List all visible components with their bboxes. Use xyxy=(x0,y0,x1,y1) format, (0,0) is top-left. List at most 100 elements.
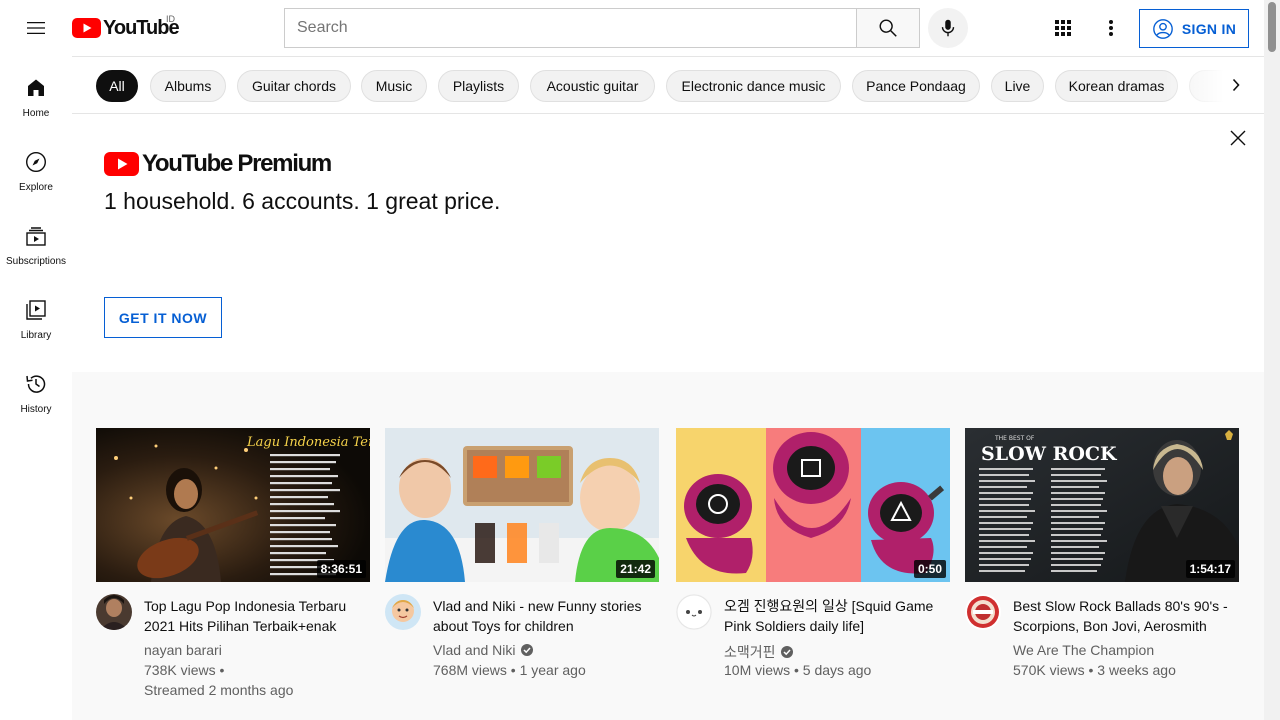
search-box[interactable] xyxy=(284,8,857,48)
sidebar-item-label: Library xyxy=(20,330,52,341)
chip-korean-dramas[interactable]: Korean dramas xyxy=(1055,70,1178,102)
chip-albums[interactable]: Albums xyxy=(150,70,226,102)
more-vert-icon xyxy=(1109,20,1113,36)
sidebar-item-history[interactable]: History xyxy=(4,352,68,426)
voice-search-button[interactable] xyxy=(928,8,968,48)
chip-guitar-chords[interactable]: Guitar chords xyxy=(237,70,351,102)
sidebar-item-explore[interactable]: Explore xyxy=(4,130,68,204)
thumbnail-image: Lagu Indonesia Terbaru xyxy=(96,428,370,582)
video-stats: 738K views • xyxy=(144,662,225,678)
channel-name[interactable]: We Are The Champion xyxy=(1013,642,1154,658)
guide-menu-button[interactable] xyxy=(20,12,52,44)
sidebar-item-subscriptions[interactable]: Subscriptions xyxy=(4,204,68,278)
thumbnail-title-text: Lagu Indonesia Terbaru xyxy=(246,435,370,450)
chip-all[interactable]: All xyxy=(96,70,138,102)
sidebar-item-home[interactable]: Home xyxy=(4,56,68,130)
apps-button[interactable] xyxy=(1047,12,1079,44)
history-icon xyxy=(26,375,46,393)
thumbnail-image xyxy=(676,428,950,582)
mini-guide: Home Explore Subscriptions Library Histo… xyxy=(0,56,72,720)
video-duration: 8:36:51 xyxy=(316,560,366,578)
channel-name[interactable]: nayan barari xyxy=(144,642,222,658)
microphone-icon xyxy=(941,19,955,37)
dismiss-banner-button[interactable] xyxy=(1226,126,1250,150)
library-icon xyxy=(26,300,46,320)
chip-pance-pondaag[interactable]: Pance Pondaag xyxy=(852,70,980,102)
channel-avatar[interactable] xyxy=(385,594,421,630)
account-circle-icon xyxy=(1153,18,1173,39)
video-title[interactable]: Vlad and Niki - new Funny stories about … xyxy=(433,596,649,636)
chip-acoustic-guitar[interactable]: Acoustic guitar xyxy=(530,70,655,102)
video-title[interactable]: Best Slow Rock Ballads 80's 90's - Scorp… xyxy=(1013,596,1229,636)
search-button[interactable] xyxy=(856,8,920,48)
get-it-now-button[interactable]: GET IT NOW xyxy=(104,297,222,338)
channel-name[interactable]: Vlad and Niki xyxy=(433,642,534,658)
video-meta: Top Lagu Pop Indonesia Terbaru 2021 Hits… xyxy=(96,594,370,698)
video-thumbnail[interactable]: THE BEST OF SLOW ROCK 1:54:17 xyxy=(965,428,1239,582)
video-duration: 1:54:17 xyxy=(1185,560,1235,578)
video-card[interactable]: 0:50 오겜 진행요원의 일상 [Squid Game Pink Soldie… xyxy=(676,428,950,694)
video-card[interactable]: THE BEST OF SLOW ROCK 1:54:17 Best Slow … xyxy=(965,428,1239,694)
hamburger-icon xyxy=(27,22,45,34)
sign-in-button[interactable]: SIGN IN xyxy=(1139,9,1249,48)
video-stats: 768M views • 1 year ago xyxy=(433,662,586,678)
country-code: ID xyxy=(166,14,175,24)
channel-avatar[interactable] xyxy=(676,594,712,630)
chevron-right-icon xyxy=(1232,78,1240,92)
sidebar-item-library[interactable]: Library xyxy=(4,278,68,352)
video-thumbnail[interactable]: 0:50 xyxy=(676,428,950,582)
youtube-play-icon xyxy=(72,18,101,38)
video-stats: 570K views • 3 weeks ago xyxy=(1013,662,1176,678)
youtube-premium-logo: YouTube Premium xyxy=(104,150,332,178)
video-card[interactable]: 21:42 Vlad and Niki - new Funny stories … xyxy=(385,428,659,694)
video-meta: 오겜 진행요원의 일상 [Squid Game Pink Soldiers da… xyxy=(676,594,950,694)
avatar-image xyxy=(96,594,132,630)
sidebar-item-label: Home xyxy=(22,108,50,119)
channel-name[interactable]: 소맥거핀 xyxy=(724,642,794,662)
youtube-play-icon xyxy=(104,152,139,176)
search-input[interactable] xyxy=(297,19,857,37)
channel-name-text: Vlad and Niki xyxy=(433,642,516,658)
channel-name-text: nayan barari xyxy=(144,642,222,658)
premium-banner: YouTube Premium 1 household. 6 accounts.… xyxy=(72,114,1264,372)
subscriptions-icon xyxy=(26,227,46,246)
settings-menu-button[interactable] xyxy=(1095,12,1127,44)
avatar-image xyxy=(676,594,712,630)
video-duration: 0:50 xyxy=(913,560,946,578)
video-thumbnail[interactable]: 21:42 xyxy=(385,428,659,582)
channel-avatar[interactable] xyxy=(965,594,1001,630)
video-title[interactable]: Top Lagu Pop Indonesia Terbaru 2021 Hits… xyxy=(144,596,360,636)
verified-badge-icon xyxy=(780,646,793,658)
chips-next-button[interactable] xyxy=(1220,69,1252,101)
video-duration: 21:42 xyxy=(616,560,655,578)
apps-grid-icon xyxy=(1055,20,1071,36)
sidebar-item-label: Explore xyxy=(19,182,53,193)
page-scrollbar[interactable] xyxy=(1264,0,1280,720)
video-meta: Best Slow Rock Ballads 80's 90's - Scorp… xyxy=(965,594,1239,694)
avatar-image xyxy=(965,594,1001,630)
masthead: YouTube ID SIGN IN xyxy=(0,0,1264,56)
youtube-logo[interactable]: YouTube xyxy=(72,16,180,40)
chip-electronic-dance-music[interactable]: Electronic dance music xyxy=(666,70,841,102)
banner-title: 1 household. 6 accounts. 1 great price. xyxy=(104,188,501,214)
video-stats: 10M views • 5 days ago xyxy=(724,662,872,678)
close-icon xyxy=(1230,130,1246,146)
filter-chips-bar: All Albums Guitar chords Music Playlists… xyxy=(72,56,1264,114)
sidebar-item-label: Subscriptions xyxy=(5,256,67,267)
chip-playlists[interactable]: Playlists xyxy=(438,70,519,102)
video-grid: Lagu Indonesia Terbaru 8:36:51 Top Lagu … xyxy=(72,372,1264,720)
thumbnail-image xyxy=(385,428,659,582)
scrollbar-thumb[interactable] xyxy=(1268,2,1276,52)
video-meta: Vlad and Niki - new Funny stories about … xyxy=(385,594,659,694)
video-card[interactable]: Lagu Indonesia Terbaru 8:36:51 Top Lagu … xyxy=(96,428,370,698)
verified-badge-icon xyxy=(520,644,533,656)
video-thumbnail[interactable]: Lagu Indonesia Terbaru 8:36:51 xyxy=(96,428,370,582)
chip-live[interactable]: Live xyxy=(991,70,1044,102)
avatar-image xyxy=(385,594,421,630)
channel-avatar[interactable] xyxy=(96,594,132,630)
home-icon xyxy=(28,79,44,96)
compass-icon xyxy=(25,151,47,173)
video-streamed-date: Streamed 2 months ago xyxy=(144,682,294,698)
chip-music[interactable]: Music xyxy=(361,70,427,102)
video-title[interactable]: 오겜 진행요원의 일상 [Squid Game Pink Soldiers da… xyxy=(724,596,940,636)
